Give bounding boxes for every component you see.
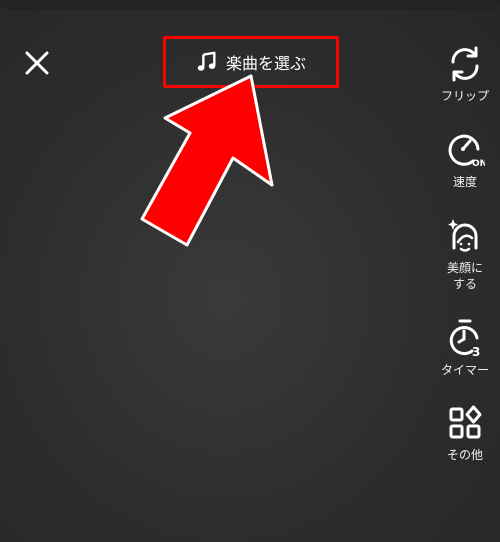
speed-gauge-icon: ON (448, 134, 485, 169)
timer-badge: 3 (472, 345, 480, 358)
timer-label: タイマー (440, 363, 489, 377)
timer-icon: 3 (449, 319, 480, 358)
close-button[interactable] (22, 48, 52, 78)
music-note-icon (197, 51, 216, 71)
beauty-face-icon (448, 219, 478, 252)
more-label: その他 (446, 448, 483, 462)
speed-label: 速度 (452, 175, 477, 189)
beauty-label-line2: する (452, 277, 477, 291)
speed-button[interactable]: ON 速度 (430, 130, 500, 190)
status-strip (0, 0, 500, 10)
beauty-button[interactable]: 美顔に する (430, 216, 500, 292)
close-icon (25, 51, 49, 75)
flip-label: フリップ (440, 89, 489, 103)
more-button[interactable]: その他 (430, 403, 500, 463)
timer-button[interactable]: 3 タイマー (430, 318, 500, 378)
beauty-label-line1: 美顔に (446, 261, 483, 275)
more-apps-icon (449, 405, 482, 439)
flip-camera-icon (451, 46, 479, 82)
flip-button[interactable]: フリップ (430, 44, 500, 104)
speed-badge: ON (472, 159, 485, 169)
camera-screen: 楽曲を選ぶ フリップ ON 速度 美顔に する 3 タイマー その他 (0, 0, 500, 542)
select-music-button[interactable]: 楽曲を選ぶ (163, 36, 339, 88)
select-music-label: 楽曲を選ぶ (225, 54, 306, 73)
